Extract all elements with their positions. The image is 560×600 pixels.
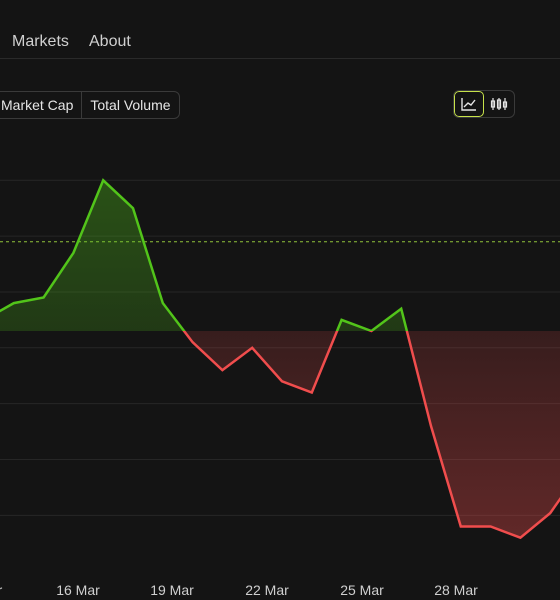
x-tick-label: 19 Mar	[150, 582, 194, 598]
x-tick-label: 25 Mar	[340, 582, 384, 598]
candlestick-button[interactable]	[484, 91, 514, 117]
x-tick-label: 16 Mar	[56, 582, 100, 598]
price-chart[interactable]	[0, 130, 560, 580]
metric-selector: Market Cap Total Volume	[0, 91, 180, 119]
x-tick-label: 22 Mar	[245, 582, 289, 598]
total-volume-button[interactable]: Total Volume	[81, 92, 178, 118]
nav-link-about[interactable]: About	[89, 33, 131, 51]
line-chart-icon	[461, 98, 476, 111]
nav-link-markets[interactable]: Markets	[12, 33, 69, 51]
market-cap-button[interactable]: Market Cap	[0, 92, 81, 118]
top-navigation: Markets About	[0, 0, 560, 59]
chart-type-toggle	[453, 90, 515, 118]
x-tick-label: 28 Mar	[434, 582, 478, 598]
candlestick-icon	[490, 98, 508, 110]
x-tick-label: r	[0, 582, 2, 598]
line-chart-button[interactable]	[454, 91, 484, 117]
